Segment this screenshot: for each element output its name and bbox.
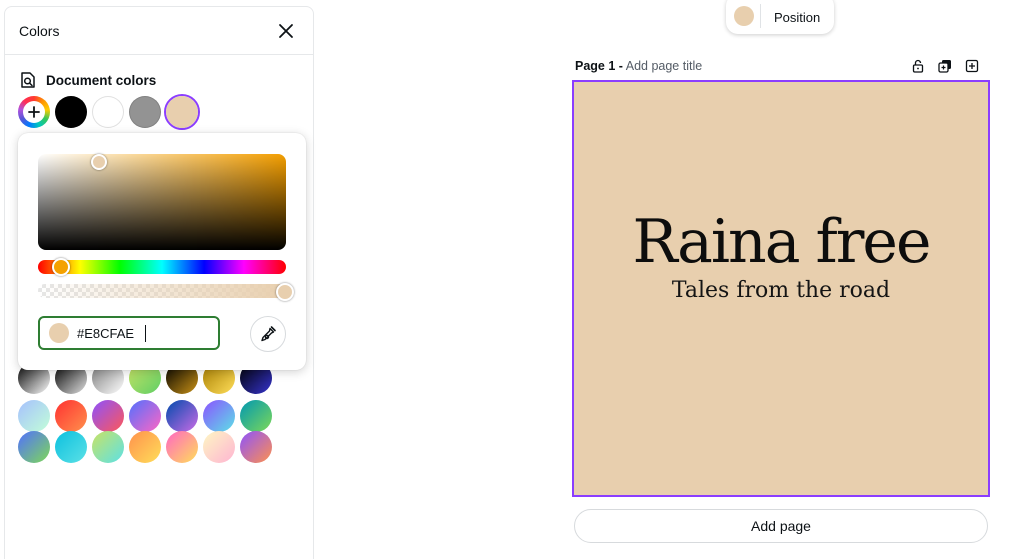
gradient-swatch[interactable]	[203, 431, 235, 463]
page-number: Page 1 -	[575, 59, 623, 73]
add-page-button[interactable]: Add page	[574, 509, 988, 543]
toolbar-divider	[760, 4, 761, 28]
page-header: Page 1 - Add page title	[575, 59, 702, 73]
gradient-swatch[interactable]	[92, 431, 124, 463]
document-search-icon	[21, 72, 35, 88]
document-color-swatch[interactable]	[129, 96, 161, 128]
gradient-swatch[interactable]	[240, 400, 272, 432]
gradient-swatch[interactable]	[166, 400, 198, 432]
gradient-swatch[interactable]	[240, 431, 272, 463]
hue-slider-handle[interactable]	[52, 258, 70, 276]
editor-stage: Colors Document colors #E8CFAE Position …	[0, 0, 1024, 559]
hue-slider[interactable]	[38, 260, 286, 274]
eyedropper-button[interactable]	[250, 316, 286, 352]
gradient-swatch[interactable]	[129, 400, 161, 432]
document-colors-label: Document colors	[46, 73, 157, 88]
current-color-button[interactable]	[734, 6, 754, 26]
add-page-icon	[965, 59, 979, 73]
saturation-value-area[interactable]	[38, 154, 286, 250]
gradient-swatch[interactable]	[18, 431, 50, 463]
lock-icon	[912, 59, 924, 73]
opacity-slider[interactable]	[38, 284, 286, 298]
saturation-value-handle[interactable]	[91, 154, 107, 170]
hex-color-input[interactable]: #E8CFAE	[38, 316, 220, 350]
gradient-swatch[interactable]	[129, 431, 161, 463]
design-heading-text[interactable]: Raina free	[574, 207, 988, 277]
color-picker-popover: #E8CFAE	[18, 133, 306, 370]
document-color-swatch[interactable]	[92, 96, 124, 128]
panel-title: Colors	[19, 23, 60, 39]
position-toolbar-pill: Position	[726, 0, 834, 34]
add-page-icon-button[interactable]	[964, 58, 980, 74]
selected-color-ring[interactable]	[164, 94, 200, 130]
gradient-swatch[interactable]	[203, 400, 235, 432]
eyedropper-icon	[261, 326, 276, 342]
close-icon	[279, 24, 293, 38]
gradient-swatch[interactable]	[92, 400, 124, 432]
duplicate-page-icon	[938, 60, 951, 73]
gradient-swatch[interactable]	[166, 431, 198, 463]
duplicate-page-button[interactable]	[937, 58, 953, 74]
panel-header: Colors	[5, 7, 313, 55]
design-page-canvas[interactable]: Raina free Tales from the road	[572, 80, 990, 497]
opacity-slider-handle[interactable]	[276, 283, 294, 301]
gradient-swatch[interactable]	[55, 400, 87, 432]
gradient-swatch[interactable]	[18, 400, 50, 432]
document-color-swatch-selected[interactable]	[166, 96, 198, 128]
position-button[interactable]: Position	[774, 10, 820, 25]
close-panel-button[interactable]	[275, 20, 297, 42]
add-color-button[interactable]	[18, 96, 50, 128]
text-caret	[145, 325, 146, 342]
design-subheading-text[interactable]: Tales from the road	[574, 278, 988, 303]
page-title-input[interactable]: Add page title	[626, 59, 702, 73]
plus-icon	[28, 106, 40, 118]
gradient-swatch[interactable]	[55, 431, 87, 463]
lock-page-button[interactable]	[910, 58, 926, 74]
hex-preview-swatch	[49, 323, 69, 343]
hex-value[interactable]: #E8CFAE	[77, 326, 134, 341]
document-color-swatch[interactable]	[55, 96, 87, 128]
